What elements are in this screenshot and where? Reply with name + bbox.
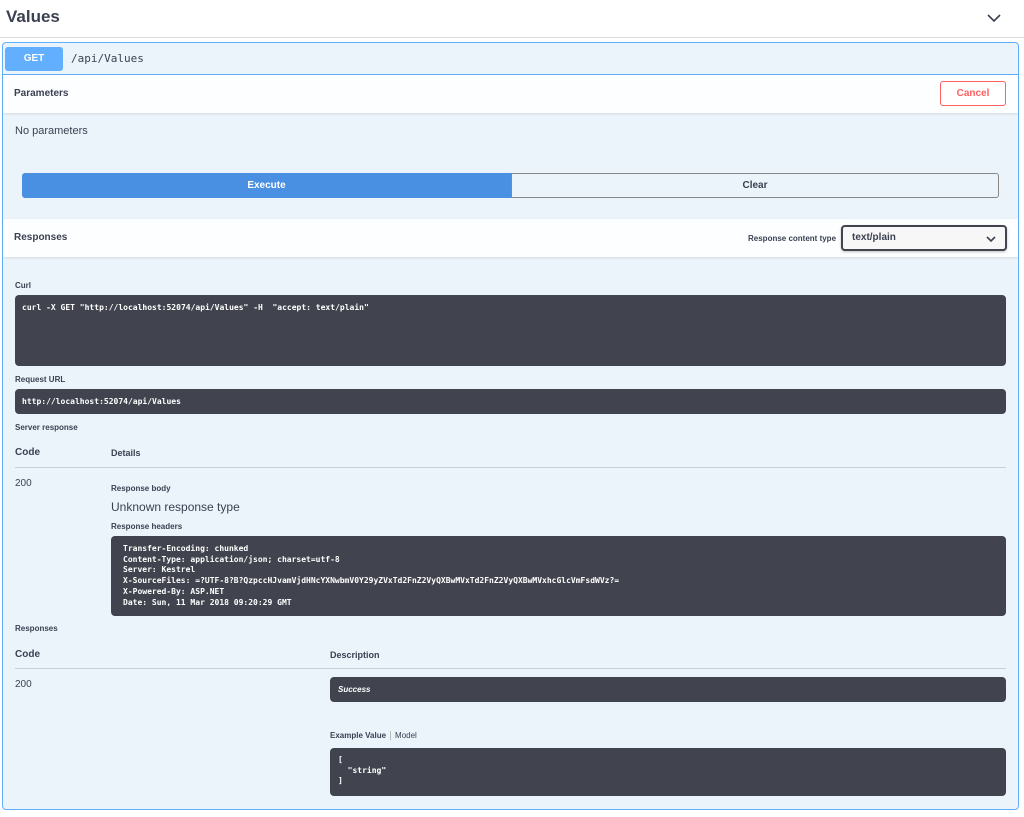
operation-path: /api/Values (71, 52, 144, 65)
no-parameters-text: No parameters (15, 125, 88, 137)
response-headers-label: Response headers (111, 522, 183, 531)
tag-header[interactable]: Values (0, 0, 1024, 38)
curl-label: Curl (15, 281, 31, 290)
response-description: Success (338, 685, 371, 694)
example-value-block: [ "string" ] (330, 748, 1006, 796)
request-url-value: http://localhost:52074/api/Values (15, 389, 1006, 414)
chevron-down-icon[interactable] (984, 8, 1004, 28)
tag-title: Values (6, 7, 60, 26)
response-body-text: Unknown response type (111, 500, 240, 514)
operation-block: GET /api/Values Parameters Cancel No par… (2, 42, 1019, 810)
operation-summary[interactable]: GET /api/Values (3, 43, 1018, 75)
server-response-code: 200 (15, 478, 32, 489)
chevron-down-icon (986, 236, 996, 243)
response-headers-block: Transfer-Encoding: chunked Content-Type:… (111, 536, 1006, 616)
divider (15, 668, 1006, 669)
example-tabs: Example Value Model (330, 731, 417, 741)
server-response-details-header: Details (111, 448, 141, 458)
example-value-tab[interactable]: Example Value (330, 731, 386, 740)
divider (15, 467, 1006, 468)
responses-header: Responses Response content type text/pla… (3, 219, 1018, 257)
parameters-header: Parameters Cancel (3, 75, 1018, 113)
cancel-button[interactable]: Cancel (940, 81, 1006, 106)
curl-command: curl -X GET "http://localhost:52074/api/… (15, 295, 1006, 366)
response-content-type-select[interactable]: text/plain (841, 225, 1007, 251)
response-description-box: Success (330, 677, 1006, 702)
responses-description-header: Description (330, 650, 380, 660)
model-tab[interactable]: Model (395, 731, 417, 740)
parameters-title: Parameters (14, 88, 69, 99)
clear-button[interactable]: Clear (511, 173, 999, 198)
response-body-label: Response body (111, 484, 171, 493)
response-content-type-label: Response content type (748, 234, 837, 243)
execute-button[interactable]: Execute (22, 173, 511, 198)
request-url-label: Request URL (15, 375, 66, 384)
documented-response-code: 200 (15, 679, 32, 690)
tab-separator (390, 731, 392, 741)
http-method-badge: GET (5, 47, 63, 71)
documented-responses-label: Responses (15, 624, 58, 633)
responses-code-header: Code (15, 649, 40, 660)
server-response-code-header: Code (15, 447, 40, 458)
server-response-label: Server response (15, 423, 78, 432)
response-content-type-value: text/plain (852, 232, 896, 243)
responses-title: Responses (14, 232, 68, 243)
